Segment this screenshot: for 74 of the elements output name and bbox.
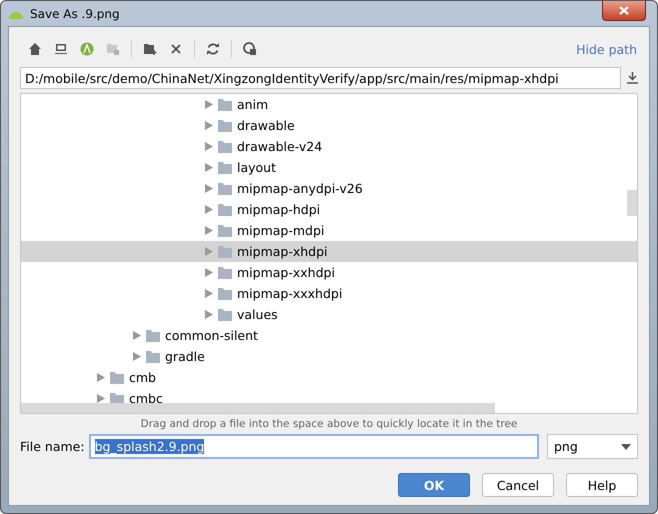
folder-row[interactable]: cmb xyxy=(21,367,637,388)
expand-arrow-icon[interactable] xyxy=(205,142,213,151)
close-icon xyxy=(619,6,629,15)
expand-arrow-icon[interactable] xyxy=(205,163,213,172)
folder-name: drawable-v24 xyxy=(237,139,322,154)
folder-row[interactable]: common-silent xyxy=(21,325,637,346)
folder-name: values xyxy=(237,307,278,322)
folder-name: cmbc xyxy=(129,391,163,406)
expand-arrow-icon[interactable] xyxy=(97,394,105,403)
folder-row[interactable]: layout xyxy=(21,157,637,178)
folder-name: mipmap-anydpi-v26 xyxy=(237,181,363,196)
folder-icon xyxy=(218,120,232,132)
folder-icon xyxy=(218,182,232,194)
folder-icon xyxy=(218,266,232,278)
folder-row[interactable]: mipmap-mdpi xyxy=(21,220,637,241)
folder-row[interactable]: mipmap-xxhdpi xyxy=(21,262,637,283)
folder-icon xyxy=(218,98,232,110)
expand-arrow-icon[interactable] xyxy=(205,100,213,109)
expand-arrow-icon[interactable] xyxy=(205,226,213,235)
expand-arrow-icon[interactable] xyxy=(205,184,213,193)
file-name-field[interactable]: bg_splash2.9.png xyxy=(88,434,539,459)
expand-arrow-icon[interactable] xyxy=(205,310,213,319)
expand-arrow-icon[interactable] xyxy=(205,247,213,256)
folder-icon xyxy=(146,350,160,362)
folder-row[interactable]: mipmap-xhdpi xyxy=(21,241,637,262)
folder-name: drawable xyxy=(237,118,295,133)
folder-name: mipmap-xhdpi xyxy=(237,244,328,259)
folder-name: common-silent xyxy=(165,328,258,343)
expand-arrow-icon[interactable] xyxy=(97,373,105,382)
folder-row[interactable]: mipmap-hdpi xyxy=(21,199,637,220)
folder-name: cmb xyxy=(129,370,156,385)
folder-icon xyxy=(218,246,232,258)
expand-arrow-icon[interactable] xyxy=(133,331,141,340)
vertical-scrollbar[interactable] xyxy=(627,190,637,216)
folder-name: gradle xyxy=(165,349,205,364)
file-type-dropdown[interactable]: png xyxy=(547,434,638,459)
folder-name: mipmap-hdpi xyxy=(237,202,320,217)
path-field[interactable]: D:/mobile/src/demo/ChinaNet/XingzongIdentityVerify/app/src/main/res/mipmap-xhdpi xyxy=(20,67,621,89)
folder-icon xyxy=(218,204,232,216)
folder-row[interactable]: values xyxy=(21,304,637,325)
dialog-button[interactable]: Cancel xyxy=(482,473,554,497)
dialog-button[interactable]: Help xyxy=(566,473,638,497)
expand-arrow-icon[interactable] xyxy=(205,121,213,130)
folder-row[interactable]: drawable-v24 xyxy=(21,136,637,157)
folder-icon xyxy=(218,308,232,320)
folder-name: mipmap-xxhdpi xyxy=(237,265,335,280)
folder-row[interactable]: mipmap-xxxhdpi xyxy=(21,283,637,304)
folder-icon xyxy=(218,162,232,174)
folder-icon xyxy=(218,288,232,300)
folder-name: mipmap-mdpi xyxy=(237,223,324,238)
window-title: Save As .9.png xyxy=(30,6,120,20)
folder-row[interactable]: gradle xyxy=(21,346,637,367)
folder-name: layout xyxy=(237,160,276,175)
file-name-label: File name: xyxy=(20,439,85,454)
download-icon[interactable] xyxy=(627,72,638,84)
expand-arrow-icon[interactable] xyxy=(133,352,141,361)
dropdown-arrow-icon xyxy=(621,444,631,450)
horizontal-scrollbar[interactable] xyxy=(21,403,495,413)
expand-arrow-icon[interactable] xyxy=(205,289,213,298)
folder-row[interactable]: drawable xyxy=(21,115,637,136)
folder-icon xyxy=(218,140,232,152)
folder-name: anim xyxy=(237,97,268,112)
folder-row[interactable]: mipmap-anydpi-v26 xyxy=(21,178,637,199)
folder-row[interactable]: anim xyxy=(21,94,637,115)
ok-button[interactable]: OK xyxy=(398,473,470,497)
expand-arrow-icon[interactable] xyxy=(205,205,213,214)
close-button[interactable] xyxy=(602,1,646,21)
folder-name: mipmap-xxxhdpi xyxy=(237,286,342,301)
folder-icon xyxy=(218,224,232,236)
folder-icon xyxy=(110,372,124,384)
folder-icon xyxy=(146,330,160,342)
drag-drop-hint: Drag and drop a file into the space above to quickly locate it in the tree xyxy=(140,418,518,430)
hide-path-link[interactable]: Hide path xyxy=(576,42,637,56)
expand-arrow-icon[interactable] xyxy=(205,268,213,277)
